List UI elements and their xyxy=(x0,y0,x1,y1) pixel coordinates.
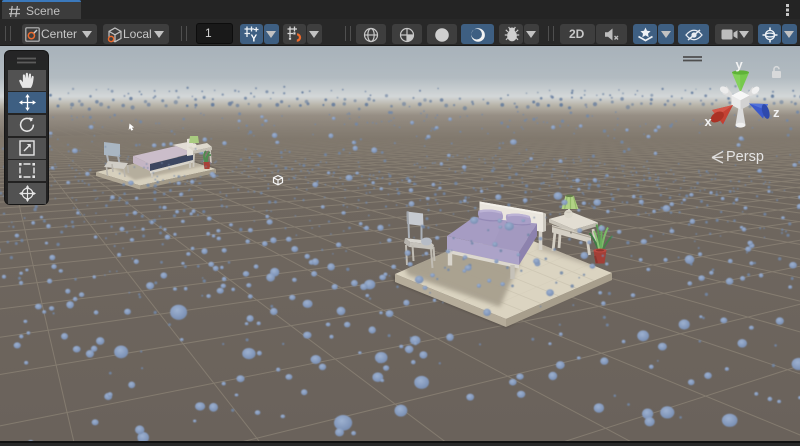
svg-text:x: x xyxy=(705,114,713,129)
svg-text:Y: Y xyxy=(250,34,257,43)
svg-text:Persp: Persp xyxy=(726,149,764,165)
svg-text:z: z xyxy=(773,105,780,120)
svg-text:y: y xyxy=(736,57,744,72)
